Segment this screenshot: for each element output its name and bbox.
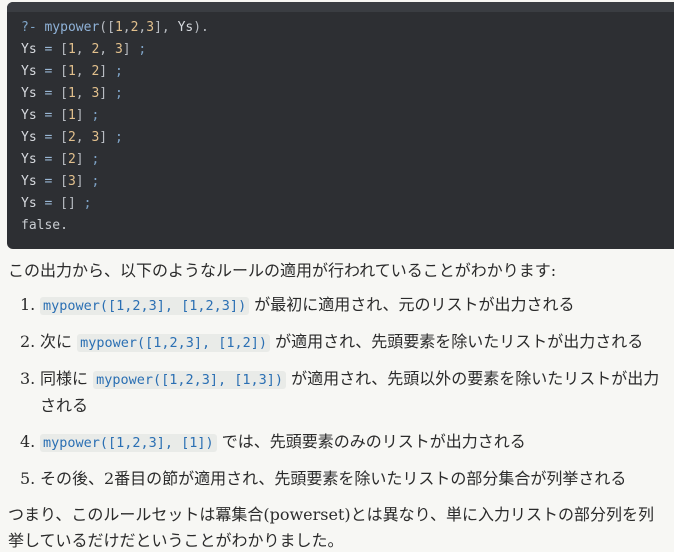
list-item: 2. 次に mypower([1,2,3], [1,2]) が適用され、先頭要素を… [8,329,668,356]
code-token: 1 [67,86,76,101]
code-token: mypower [44,20,100,35]
code-token: Ys [21,152,37,167]
rule-list: 1. mypower([1,2,3], [1,2,3]) が最初に適用され、元のリ… [8,292,668,492]
code-token: , [99,42,115,57]
code-token: = [36,108,61,123]
code-token: = [36,130,61,145]
code-token: 2 [67,152,76,167]
code-token: 1 [67,64,76,79]
code-token: = [36,64,61,79]
list-item: 1. mypower([1,2,3], [1,2,3]) が最初に適用され、元のリ… [8,292,668,319]
code-token: Ys [21,86,37,101]
code-token: ; [114,86,123,101]
code-token: Ys [21,130,37,145]
code-token: ; [138,42,147,57]
list-number: 4. [20,432,36,451]
code-token: ] [122,42,139,57]
item-text-after: では、先頭要素のみのリストが出力される [216,432,526,451]
code-line: Ys = [2] ; [21,149,673,171]
code-line: Ys = [] ; [21,193,673,215]
code-token: ; [91,174,100,189]
code-token: = [36,42,61,57]
item-text-before: 次に [40,332,78,351]
code-token: [] [60,196,84,211]
item-text-after: が適用され、先頭要素を除いたリストが出力される [270,332,644,351]
item-text-before: その後、2番目の節が適用され、先頭要素を除いたリストの部分集合が列挙される [40,469,627,488]
code-token: 3 [67,174,76,189]
list-number: 5. [20,469,36,488]
code-token: ; [91,152,100,167]
inline-code: mypower([1,2,3], [1,2,3]) [40,297,250,315]
code-block-header [7,2,674,12]
list-item: 4. mypower([1,2,3], [1]) では、先頭要素のみのリストが出力… [8,429,668,456]
code-token: 1 [67,108,76,123]
message-content: この出力から、以下のようなルールの適用が行われていることがわかります: 1. my… [8,258,668,552]
inline-code: mypower([1,2,3], [1,2]) [77,334,271,352]
code-token: [ [60,152,68,167]
list-number: 1. [20,295,36,314]
code-token: [ [60,64,68,79]
intro-paragraph: この出力から、以下のようなルールの適用が行われていることがわかります: [8,261,557,280]
code-token: , [75,130,92,145]
code-token: ] [75,108,92,123]
code-token: = [36,86,61,101]
code-block: ?- mypower([1,2,3], Ys). Ys = [1, 2, 3] ;… [7,2,674,249]
list-number: 2. [20,332,36,351]
code-token: ; [114,64,123,79]
code-token: ] [75,152,92,167]
code-line: false. [21,215,673,237]
code-token: = [36,174,61,189]
code-token: Ys [177,20,194,35]
list-item: 5. その後、2番目の節が適用され、先頭要素を除いたリストの部分集合が列挙される [8,466,668,492]
item-text-before: 同様に [40,369,94,388]
code-line: Ys = [1, 2] ; [21,61,673,83]
code-token: , [75,64,92,79]
code-line: ?- mypower([1,2,3], Ys). [21,17,673,39]
inline-code: mypower([1,2,3], [1,3]) [93,371,287,389]
code-token: ; [83,196,92,211]
code-token: 2 [67,130,76,145]
code-line: Ys = [3] ; [21,171,673,193]
code-line: Ys = [1, 2, 3] ; [21,39,673,61]
code-token: 1 [114,20,123,35]
code-token: ?- [21,20,45,35]
code-token: [ [60,108,68,123]
code-token: ] [99,64,115,79]
code-token: Ys [21,108,37,123]
item-text-after: が最初に適用され、元のリストが出力される [249,295,575,314]
code-token: ], [154,20,178,35]
list-item: 3. 同様に mypower([1,2,3], [1,3]) が適用され、先頭以外… [8,366,668,419]
code-token: = [36,196,61,211]
code-token: Ys [21,174,37,189]
code-token: ] [99,86,115,101]
code-token: ] [99,130,115,145]
inline-code: mypower([1,2,3], [1]) [40,434,217,452]
code-token: ; [114,130,123,145]
code-token: ([ [99,20,115,35]
code-token: , [75,86,92,101]
code-line: Ys = [2, 3] ; [21,127,673,149]
code-token: false. [21,218,68,233]
code-token: [ [60,42,68,57]
code-token: Ys [21,196,37,211]
code-line: Ys = [1] ; [21,105,673,127]
code-token: ] [75,174,92,189]
code-token: 1 [67,42,76,57]
list-number: 3. [20,369,36,388]
code-token: Ys [21,64,37,79]
conclusion-paragraph: つまり、このルールセットは冪集合(powerset)とは異なり、単に入力リストの… [8,505,655,550]
code-token: 3 [114,42,123,57]
code-token: ). [193,20,209,35]
code-token: , [122,20,131,35]
code-token: [ [60,86,68,101]
code-line: Ys = [1, 3] ; [21,83,673,105]
code-token: 3 [146,20,155,35]
code-token: [ [60,174,68,189]
code-content: ?- mypower([1,2,3], Ys). Ys = [1, 2, 3] ;… [7,12,674,237]
code-token: , [75,42,92,57]
code-token: [ [60,130,68,145]
code-token: ; [91,108,100,123]
code-token: Ys [21,42,37,57]
code-token: = [36,152,61,167]
